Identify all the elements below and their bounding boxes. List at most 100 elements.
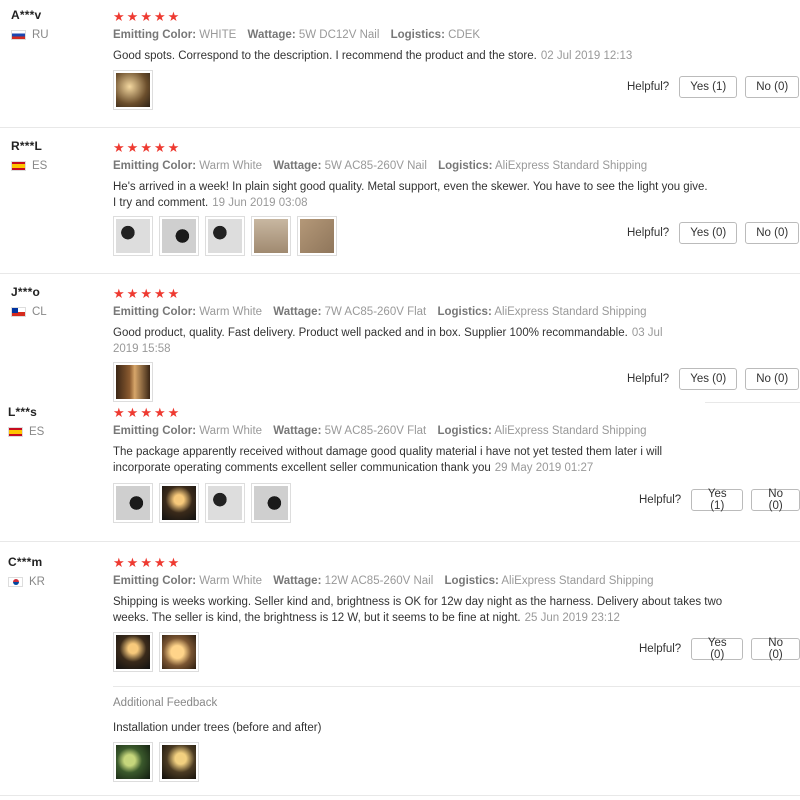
review-photo[interactable] [159,742,199,782]
reviewer-country: ES [8,426,44,438]
review-photos [113,362,153,402]
attr-value: Warm White [199,160,263,172]
star-rating: ★ ★ ★ ★ ★ [113,10,713,23]
helpful-label: Helpful? [639,494,682,506]
divider [705,402,800,403]
helpful-vote: Helpful? Yes (1) No (0) [639,488,800,512]
star-icon: ★ [167,140,180,155]
star-icon: ★ [113,9,125,24]
attr-label: Logistics: [444,575,499,587]
review-photo[interactable] [205,483,245,523]
star-icon: ★ [153,405,166,420]
helpful-yes-button[interactable]: Yes (1) [691,488,744,512]
helpful-label: Helpful? [627,227,670,239]
helpful-vote: Helpful? Yes (0) No (0) [639,637,800,661]
helpful-yes-button[interactable]: Yes (0) [691,637,744,661]
helpful-label: Helpful? [627,373,670,385]
review-photo[interactable] [159,632,199,672]
review-text: He's arrived in a week! In plain sight g… [113,181,708,209]
attr-value: Warm White [199,425,263,437]
flag-icon [11,307,26,317]
attr-label: Wattage: [273,306,322,318]
helpful-yes-button[interactable]: Yes (0) [679,368,738,390]
review-photo[interactable] [113,70,153,110]
reviewer-info: R***L ES [11,139,47,172]
attr-value: AliExpress Standard Shipping [494,425,647,437]
review-photo[interactable] [159,483,199,523]
reviewer-country: ES [11,160,47,172]
divider [0,127,800,128]
helpful-no-button[interactable]: No (0) [751,488,800,512]
star-icon: ★ [153,286,166,301]
divider [0,795,800,796]
star-rating: ★ ★ ★ ★ ★ [113,141,713,154]
helpful-no-button[interactable]: No (0) [745,76,800,98]
review-photo[interactable] [113,216,153,256]
attr-label: Wattage: [273,575,322,587]
attr-value: AliExpress Standard Shipping [494,160,648,172]
review-photo[interactable] [251,483,291,523]
star-rating: ★ ★ ★ ★ ★ [113,556,723,569]
reviewer-name: J***o [11,285,41,299]
star-icon: ★ [167,286,180,301]
helpful-yes-button[interactable]: Yes (1) [679,76,738,98]
helpful-vote: Helpful? Yes (0) No (0) [627,222,800,244]
helpful-no-button[interactable]: No (0) [751,637,800,661]
country-code: KR [29,576,45,588]
divider [113,686,800,687]
star-icon: ★ [167,405,180,420]
reviewer-country: KR [8,576,45,588]
attr-label: Emitting Color: [113,29,197,41]
helpful-vote: Helpful? Yes (0) No (0) [627,368,800,390]
review-photo[interactable] [113,483,153,523]
helpful-no-button[interactable]: No (0) [745,368,800,390]
review-photo[interactable] [251,216,291,256]
flag-icon [11,30,26,40]
review-photo[interactable] [113,632,153,672]
review-photo[interactable] [297,216,337,256]
reviewer-info: J***o CL [11,285,47,318]
review-photos [113,483,291,523]
product-attributes: Emitting Color: Warm White Wattage: 5W A… [113,160,713,172]
attr-value: 12W AC85-260V Nail [324,575,434,587]
star-icon: ★ [153,140,166,155]
star-icon: ★ [140,9,152,24]
review-photo[interactable] [113,362,153,402]
attr-value: 5W DC12V Nail [298,29,380,41]
divider [0,273,800,274]
attr-label: Logistics: [437,306,492,318]
review-photo[interactable] [205,216,245,256]
attr-value: 5W AC85-260V Nail [324,160,427,172]
additional-feedback-text: Installation under trees (before and aft… [113,722,322,734]
reviewer-country: CL [11,306,47,318]
attr-label: Wattage: [273,160,322,172]
additional-feedback-title: Additional Feedback [113,697,218,709]
helpful-no-button[interactable]: No (0) [745,222,800,244]
helpful-vote: Helpful? Yes (1) No (0) [627,76,800,98]
review-photo[interactable] [113,742,153,782]
helpful-label: Helpful? [627,81,670,93]
attr-value: WHITE [199,29,237,41]
review-date: 19 Jun 2019 03:08 [212,197,308,209]
star-icon: ★ [113,140,125,155]
attr-value: AliExpress Standard Shipping [494,306,647,318]
review-photo[interactable] [159,216,199,256]
country-code: RU [32,29,49,41]
star-icon: ★ [126,140,139,155]
flag-icon [8,427,23,437]
helpful-yes-button[interactable]: Yes (0) [679,222,738,244]
review-text: The package apparently received without … [113,446,663,474]
flag-icon [8,577,23,587]
attr-label: Logistics: [390,29,445,41]
attr-label: Emitting Color: [113,160,197,172]
review-photos [113,70,153,110]
star-icon: ★ [113,405,125,420]
attr-label: Emitting Color: [113,306,197,318]
attr-label: Wattage: [247,29,296,41]
star-icon: ★ [126,555,139,570]
review-body: ★ ★ ★ ★ ★ Emitting Color: Warm White Wattage… [113,406,683,476]
attr-label: Wattage: [273,425,322,437]
star-icon: ★ [153,555,166,570]
attr-value: Warm White [199,306,263,318]
reviewer-name: R***L [11,139,43,153]
